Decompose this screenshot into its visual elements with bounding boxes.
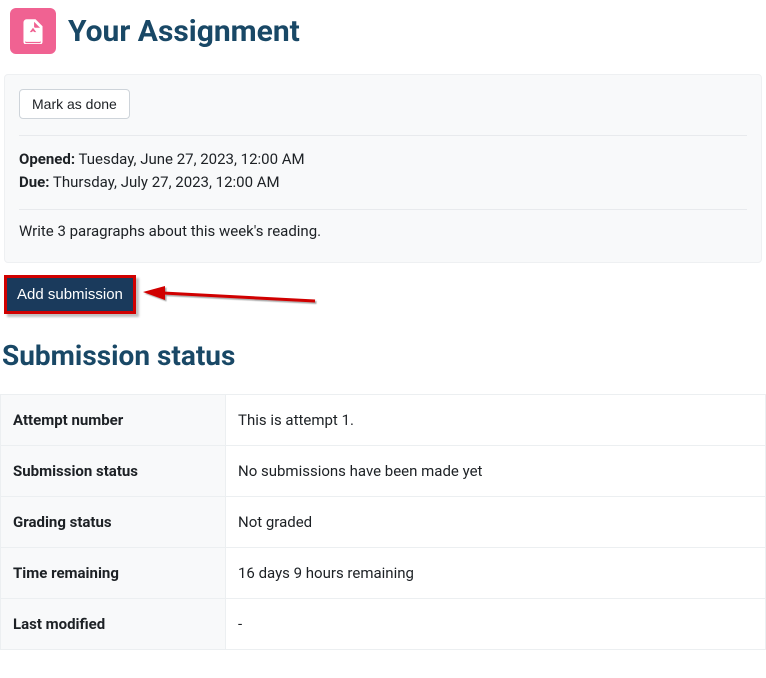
add-submission-button[interactable]: Add submission (4, 275, 136, 314)
page-header: Your Assignment (0, 0, 766, 62)
divider (19, 209, 747, 210)
opened-date-line: Opened: Tuesday, June 27, 2023, 12:00 AM (19, 148, 747, 171)
row-value: This is attempt 1. (226, 395, 766, 446)
table-row: Submission status No submissions have be… (1, 446, 766, 497)
document-upload-icon (20, 18, 46, 44)
row-value: 16 days 9 hours remaining (226, 548, 766, 599)
add-submission-region: Add submission (0, 275, 766, 319)
assignment-info-panel: Mark as done Opened: Tuesday, June 27, 2… (4, 74, 762, 263)
divider (19, 135, 747, 136)
opened-label: Opened: (19, 150, 75, 168)
due-label: Due: (19, 173, 49, 191)
annotation-arrow-icon (135, 283, 335, 313)
assignment-icon (10, 8, 56, 54)
row-value: - (226, 599, 766, 650)
row-label: Attempt number (1, 395, 226, 446)
row-label: Time remaining (1, 548, 226, 599)
row-value: No submissions have been made yet (226, 446, 766, 497)
table-row: Grading status Not graded (1, 497, 766, 548)
row-label: Last modified (1, 599, 226, 650)
due-date-line: Due: Thursday, July 27, 2023, 12:00 AM (19, 171, 747, 194)
assignment-description: Write 3 paragraphs about this week's rea… (19, 222, 747, 240)
table-row: Last modified - (1, 599, 766, 650)
row-value: Not graded (226, 497, 766, 548)
submission-status-heading: Submission status (2, 339, 766, 372)
opened-value: Tuesday, June 27, 2023, 12:00 AM (79, 150, 305, 168)
page-title: Your Assignment (68, 14, 300, 49)
mark-as-done-button[interactable]: Mark as done (19, 89, 130, 119)
table-row: Attempt number This is attempt 1. (1, 395, 766, 446)
row-label: Grading status (1, 497, 226, 548)
submission-status-table: Attempt number This is attempt 1. Submis… (0, 394, 766, 650)
due-value: Thursday, July 27, 2023, 12:00 AM (53, 173, 280, 191)
row-label: Submission status (1, 446, 226, 497)
table-row: Time remaining 16 days 9 hours remaining (1, 548, 766, 599)
